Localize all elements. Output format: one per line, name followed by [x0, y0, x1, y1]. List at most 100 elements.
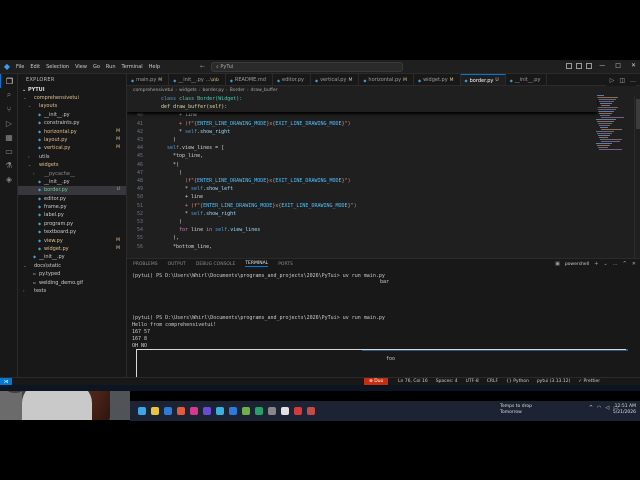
- tray-chevron-icon[interactable]: ^: [589, 405, 593, 411]
- taskbar-app-icon[interactable]: [229, 407, 237, 415]
- editor-tab[interactable]: ◆ widget.py M: [414, 74, 461, 85]
- toggle-sidebar-icon[interactable]: [566, 63, 572, 69]
- editor-tab[interactable]: ◆ __init__.py ...\a\b: [169, 74, 226, 85]
- toggle-secondary-sidebar-icon[interactable]: [586, 63, 592, 69]
- menu-item-selection[interactable]: Selection: [46, 64, 69, 70]
- tree-file[interactable]: ◆ program.py: [18, 220, 126, 228]
- minimize-icon[interactable]: —: [599, 62, 605, 69]
- panel-tab-output[interactable]: OUTPUT: [168, 262, 186, 267]
- breadcrumb-item[interactable]: widgets: [179, 88, 197, 93]
- menu-item-edit[interactable]: Edit: [30, 64, 40, 70]
- taskbar-app-icon[interactable]: [203, 407, 211, 415]
- tree-file[interactable]: ◆ constraints.py: [18, 119, 126, 127]
- command-center-search[interactable]: ⌕ PyTui: [211, 62, 403, 72]
- tree-file[interactable]: ▫ py.typed: [18, 270, 126, 278]
- clock[interactable]: 12:51 AM 5/21/2026: [613, 404, 636, 416]
- tree-folder[interactable]: › utils: [18, 153, 126, 161]
- tree-file[interactable]: ◆ __init__.py: [18, 253, 126, 261]
- taskbar-app-icon[interactable]: [255, 407, 263, 415]
- search-icon[interactable]: ⌕: [0, 88, 18, 102]
- explorer-icon[interactable]: ❐: [0, 74, 18, 88]
- volume-icon[interactable]: ◁: [605, 405, 609, 411]
- tree-file[interactable]: ◆ horizontal.py M: [18, 128, 126, 136]
- breadcrumb-item[interactable]: Border: [230, 88, 245, 93]
- tree-file[interactable]: ◆ textboard.py: [18, 228, 126, 236]
- taskbar-app-icon[interactable]: [164, 407, 172, 415]
- menu-item-help[interactable]: Help: [149, 64, 160, 70]
- tree-file[interactable]: ◆ __init__.py: [18, 111, 126, 119]
- weather-widget[interactable]: Temps to drop Tomorrow: [500, 404, 532, 416]
- testing-icon[interactable]: ⚗: [0, 158, 18, 172]
- panel-tab-debug-console[interactable]: DEBUG CONSOLE: [196, 262, 235, 267]
- tree-file[interactable]: ◆ __init__.py: [18, 178, 126, 186]
- tree-file[interactable]: ◆ view.py M: [18, 237, 126, 245]
- menu-item-run[interactable]: Run: [106, 64, 116, 70]
- menu-item-view[interactable]: View: [75, 64, 87, 70]
- tree-file[interactable]: ◆ vertical.py M: [18, 144, 126, 152]
- taskbar-app-icon[interactable]: [294, 407, 302, 415]
- more-actions-icon[interactable]: …: [630, 77, 636, 84]
- toggle-panel-icon[interactable]: [576, 63, 582, 69]
- minimap[interactable]: [596, 95, 624, 155]
- tree-file[interactable]: ▫ welding_demo.gif: [18, 279, 126, 287]
- source-control-icon[interactable]: ⑂: [0, 102, 18, 116]
- tree-file[interactable]: ◆ editor.py: [18, 195, 126, 203]
- tree-file[interactable]: ◆ layout.py M: [18, 136, 126, 144]
- run-debug-icon[interactable]: ▷: [0, 116, 18, 130]
- breadcrumb-item[interactable]: draw_buffer: [251, 88, 278, 93]
- breadcrumb-item[interactable]: comprehensivetui: [133, 88, 173, 93]
- tree-folder[interactable]: ⌄ layouts: [18, 102, 126, 110]
- python-icon[interactable]: ◈: [0, 172, 18, 186]
- tree-folder[interactable]: ⌄ widgets: [18, 161, 126, 169]
- close-panel-icon[interactable]: ✕: [632, 261, 636, 267]
- taskbar-app-icon[interactable]: [281, 407, 289, 415]
- maximize-icon[interactable]: □: [615, 62, 621, 69]
- terminal-dropdown-icon[interactable]: ⌄: [603, 261, 607, 267]
- project-root[interactable]: ⌄ PYTUI: [18, 86, 126, 94]
- panel-tab-problems[interactable]: PROBLEMS: [133, 262, 158, 267]
- editor-scrollbar[interactable]: [634, 95, 640, 258]
- editor-tab[interactable]: ◆ editor.py: [273, 74, 311, 85]
- panel-tab-ports[interactable]: PORTS: [278, 262, 293, 267]
- taskbar-app-icon[interactable]: [190, 407, 198, 415]
- run-file-icon[interactable]: ▷: [610, 77, 615, 84]
- editor-tab[interactable]: ◆ border.py U: [460, 74, 506, 85]
- editor-tab[interactable]: ◆ vertical.py M: [311, 74, 360, 85]
- split-editor-icon[interactable]: ◫: [619, 77, 625, 84]
- editor-tab[interactable]: ◆ README.md: [226, 74, 273, 85]
- new-terminal-icon[interactable]: +: [594, 261, 598, 267]
- breadcrumb-item[interactable]: border.py: [203, 88, 224, 93]
- menu-item-go[interactable]: Go: [93, 64, 100, 70]
- taskbar-app-icon[interactable]: [307, 407, 315, 415]
- wifi-icon[interactable]: ◠: [597, 405, 601, 411]
- taskbar-app-icon[interactable]: [268, 407, 276, 415]
- code-editor[interactable]: 38self.view_lines[c] = (39f"{ENTER_LINE_…: [127, 95, 640, 258]
- scrollbar-thumb[interactable]: [636, 99, 640, 129]
- taskbar-app-icon[interactable]: [138, 407, 146, 415]
- editor-tab[interactable]: ◆ main.py M: [127, 74, 170, 85]
- terminal-name[interactable]: powershell: [565, 262, 589, 267]
- remote-explorer-icon[interactable]: ▭: [0, 144, 18, 158]
- maximize-panel-icon[interactable]: ^: [623, 261, 627, 267]
- menu-item-terminal[interactable]: Terminal: [122, 64, 143, 70]
- terminal-output[interactable]: (pytui) PS D:\Users\Whirl\Documents\prog…: [132, 273, 632, 379]
- editor-tab[interactable]: ◆ __init__.py: [506, 74, 548, 85]
- extensions-icon[interactable]: ▦: [0, 130, 18, 144]
- tree-file[interactable]: ◆ frame.py: [18, 203, 126, 211]
- tree-folder[interactable]: › __pycache__: [18, 170, 126, 178]
- taskbar-app-icon[interactable]: [242, 407, 250, 415]
- taskbar-app-icon[interactable]: [216, 407, 224, 415]
- taskbar-app-icon[interactable]: [151, 407, 159, 415]
- editor-tab[interactable]: ◆ horizontal.py M: [359, 74, 414, 85]
- taskbar-app-icon[interactable]: [177, 407, 185, 415]
- tree-file[interactable]: ◆ widget.py M: [18, 245, 126, 253]
- tree-file[interactable]: ◆ label.py: [18, 211, 126, 219]
- menu-item-file[interactable]: File: [16, 64, 24, 70]
- tree-file[interactable]: ◆ border.py U: [18, 186, 126, 195]
- more-actions-icon[interactable]: …: [613, 261, 618, 267]
- tree-folder[interactable]: ⌄ docs\static: [18, 262, 126, 270]
- tree-folder[interactable]: ⌄ comprehensivetui: [18, 94, 126, 102]
- panel-tab-terminal[interactable]: TERMINAL: [245, 261, 269, 267]
- tree-folder[interactable]: › tests: [18, 287, 126, 295]
- close-icon[interactable]: ✕: [631, 62, 636, 69]
